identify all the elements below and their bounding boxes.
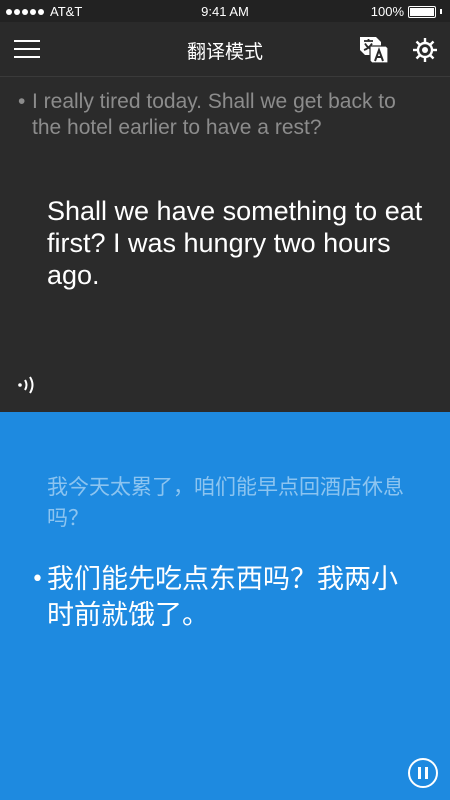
gear-icon[interactable] <box>411 36 439 64</box>
current-translation-sentence: 我们能先吃点东西吗？我两小时前就饿了。 <box>47 564 398 631</box>
target-language-panel: 我今天太累了，咱们能早点回酒店休息吗？ • 我们能先吃点东西吗？我两小时前就饿了… <box>0 412 450 800</box>
current-translation-text: • 我们能先吃点东西吗？我两小时前就饿了。 <box>31 562 422 634</box>
battery-icon <box>408 5 436 18</box>
bullet-icon: • <box>31 567 44 592</box>
current-source-text: Shall we have something to eat first? I … <box>47 196 423 290</box>
previous-translation-text: 我今天太累了，咱们能早点回酒店休息吗？ <box>47 475 404 530</box>
previous-source-text: • I really tired today. Shall we get bac… <box>18 89 412 141</box>
nav-bar: 翻译模式 <box>0 22 450 77</box>
pause-icon <box>418 767 421 779</box>
bullet-icon: • <box>18 90 26 113</box>
status-bar: AT&T 9:41 AM 100% <box>0 0 450 22</box>
battery-label: 100% <box>370 4 404 19</box>
translate-icon[interactable] <box>358 34 390 66</box>
speaker-icon[interactable] <box>16 375 38 395</box>
battery-group: 100% <box>371 4 442 19</box>
source-language-panel: • I really tired today. Shall we get bac… <box>0 77 450 412</box>
pause-button[interactable] <box>408 758 438 788</box>
previous-source-sentence: I really tired today. Shall we get back … <box>32 90 396 139</box>
